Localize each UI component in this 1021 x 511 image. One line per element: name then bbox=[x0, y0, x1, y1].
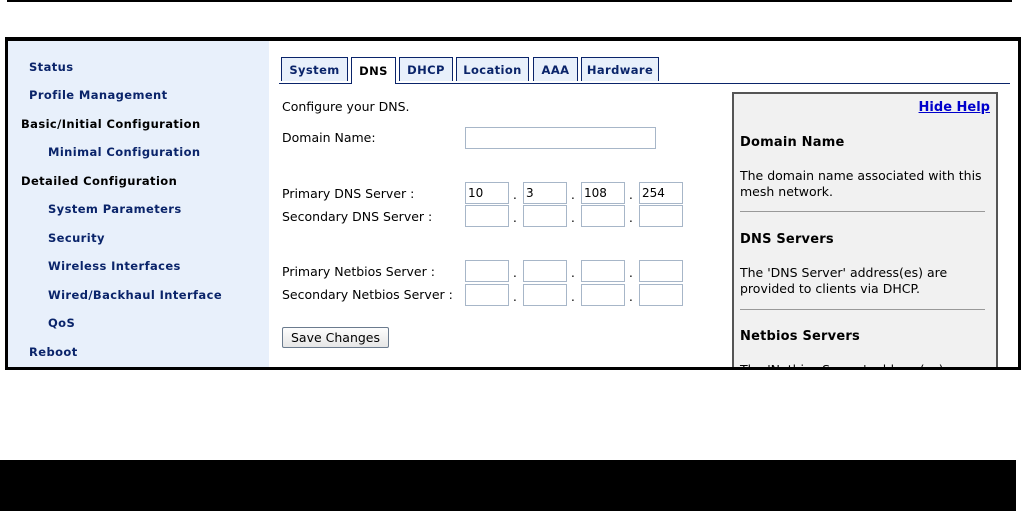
ip-separator: . bbox=[629, 290, 633, 304]
sidebar-item-system-parameters[interactable]: System Parameters bbox=[48, 202, 182, 216]
ip-separator: . bbox=[571, 290, 575, 304]
help-text-dns-servers: The 'DNS Server' address(es) are provide… bbox=[740, 265, 948, 296]
tab-dns[interactable]: DNS bbox=[351, 57, 396, 84]
primary-dns-octet-1[interactable] bbox=[465, 182, 509, 204]
tab-aaa[interactable]: AAA bbox=[533, 57, 578, 81]
form-intro-text: Configure your DNS. bbox=[282, 99, 410, 114]
secondary-netbios-label: Secondary Netbios Server : bbox=[282, 287, 453, 302]
sidebar-item-security[interactable]: Security bbox=[48, 231, 105, 245]
ip-separator: . bbox=[513, 211, 517, 225]
sidebar-item-profile-management[interactable]: Profile Management bbox=[29, 88, 168, 102]
sidebar-item-qos[interactable]: QoS bbox=[48, 316, 75, 330]
ip-separator: . bbox=[571, 266, 575, 280]
primary-dns-octet-2[interactable] bbox=[523, 182, 567, 204]
help-divider bbox=[740, 211, 985, 212]
secondary-netbios-octet-3[interactable] bbox=[581, 284, 625, 306]
help-title-netbios-servers: Netbios Servers bbox=[740, 329, 860, 344]
secondary-netbios-octet-1[interactable] bbox=[465, 284, 509, 306]
sidebar-item-basic-initial-configuration[interactable]: Basic/Initial Configuration bbox=[21, 117, 201, 131]
ip-separator: . bbox=[513, 188, 517, 202]
primary-dns-octet-4[interactable] bbox=[639, 182, 683, 204]
tab-location[interactable]: Location bbox=[456, 57, 529, 81]
sidebar-item-wired-backhaul-interface[interactable]: Wired/Backhaul Interface bbox=[48, 288, 222, 302]
primary-netbios-octet-3[interactable] bbox=[581, 260, 625, 282]
help-text-netbios-servers: The 'Netbios Server' address(es) are bbox=[740, 362, 968, 370]
primary-netbios-octet-4[interactable] bbox=[639, 260, 683, 282]
sidebar-item-status[interactable]: Status bbox=[29, 60, 73, 74]
ip-separator: . bbox=[513, 290, 517, 304]
secondary-dns-octet-2[interactable] bbox=[523, 205, 567, 227]
secondary-dns-label: Secondary DNS Server : bbox=[282, 209, 433, 224]
secondary-dns-octet-1[interactable] bbox=[465, 205, 509, 227]
tab-dhcp[interactable]: DHCP bbox=[399, 57, 453, 81]
bottom-black-bar bbox=[0, 460, 1016, 511]
sidebar-item-detailed-configuration[interactable]: Detailed Configuration bbox=[21, 174, 177, 188]
primary-dns-octet-3[interactable] bbox=[581, 182, 625, 204]
help-title-dns-servers: DNS Servers bbox=[740, 232, 834, 247]
top-divider bbox=[7, 0, 1012, 2]
tab-hardware[interactable]: Hardware bbox=[581, 57, 659, 81]
secondary-netbios-octet-2[interactable] bbox=[523, 284, 567, 306]
ip-separator: . bbox=[571, 188, 575, 202]
secondary-netbios-octet-4[interactable] bbox=[639, 284, 683, 306]
ip-separator: . bbox=[629, 266, 633, 280]
primary-netbios-octet-2[interactable] bbox=[523, 260, 567, 282]
hide-help-link[interactable]: Hide Help bbox=[919, 100, 990, 115]
ip-separator: . bbox=[629, 211, 633, 225]
sidebar-item-wireless-interfaces[interactable]: Wireless Interfaces bbox=[48, 259, 181, 273]
tab-bar: System DNS DHCP Location AAA Hardware bbox=[279, 55, 1010, 84]
primary-netbios-octet-1[interactable] bbox=[465, 260, 509, 282]
ip-separator: . bbox=[571, 211, 575, 225]
router-config-frame: Status Profile Management Basic/Initial … bbox=[5, 37, 1021, 370]
help-title-domain-name: Domain Name bbox=[740, 135, 845, 150]
sidebar-item-minimal-configuration[interactable]: Minimal Configuration bbox=[48, 145, 200, 159]
help-text-domain-name: The domain name associated with this mes… bbox=[740, 168, 982, 199]
sidebar-item-reboot[interactable]: Reboot bbox=[29, 345, 78, 359]
tab-system[interactable]: System bbox=[281, 57, 348, 81]
save-changes-button[interactable]: Save Changes bbox=[282, 327, 389, 348]
secondary-dns-octet-4[interactable] bbox=[639, 205, 683, 227]
help-divider bbox=[740, 309, 985, 310]
sidebar-nav: Status Profile Management Basic/Initial … bbox=[8, 41, 269, 367]
ip-separator: . bbox=[513, 266, 517, 280]
ip-separator: . bbox=[629, 188, 633, 202]
domain-name-input[interactable] bbox=[465, 127, 656, 149]
primary-dns-label: Primary DNS Server : bbox=[282, 186, 415, 201]
secondary-dns-octet-3[interactable] bbox=[581, 205, 625, 227]
domain-name-label: Domain Name: bbox=[282, 130, 376, 145]
primary-netbios-label: Primary Netbios Server : bbox=[282, 264, 435, 279]
help-panel: Hide Help Domain Name The domain name as… bbox=[732, 92, 998, 370]
